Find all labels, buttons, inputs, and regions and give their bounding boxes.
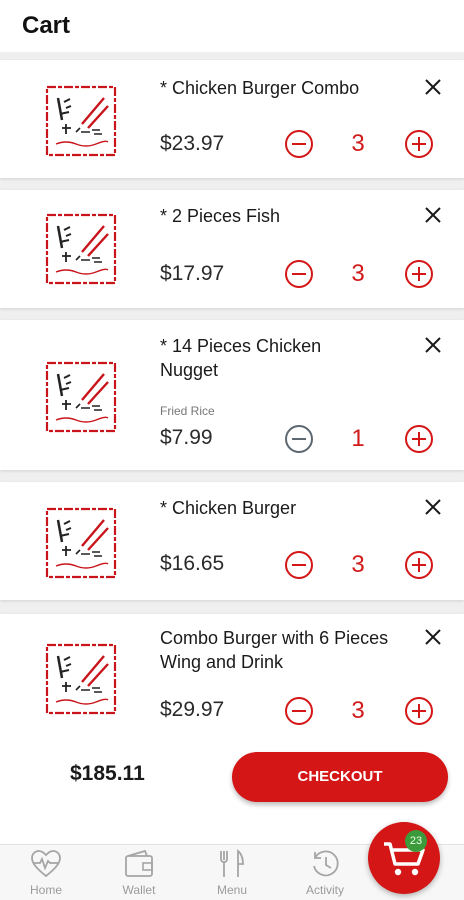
- decrease-quantity-button[interactable]: [284, 259, 314, 289]
- cart-item-card: * 14 Pieces Chicken Nugget Fried Rice $7…: [0, 320, 464, 470]
- increase-quantity-button[interactable]: [404, 696, 434, 726]
- cart-fab-button[interactable]: [368, 822, 440, 894]
- item-name: Combo Burger with 6 Pieces Wing and Drin…: [160, 628, 389, 672]
- item-name: * Chicken Burger: [160, 498, 297, 518]
- page-title: Cart: [22, 12, 71, 39]
- wallet-icon: [125, 849, 153, 877]
- tab-activity[interactable]: Activity: [285, 845, 365, 900]
- checkout-button[interactable]: CHECKOUT: [232, 752, 448, 802]
- close-icon[interactable]: [422, 76, 444, 98]
- decrease-quantity-button[interactable]: [284, 129, 314, 159]
- fork-knife-icon: [220, 849, 244, 877]
- tab-menu[interactable]: Menu: [192, 845, 272, 900]
- item-quantity: 3: [351, 260, 365, 287]
- item-price: $23.97: [160, 132, 225, 155]
- item-name: * Chicken Burger Combo: [160, 78, 360, 98]
- decrease-quantity-button-disabled[interactable]: [284, 424, 314, 454]
- history-icon: [313, 850, 339, 877]
- tab-wallet[interactable]: Wallet: [99, 845, 179, 900]
- item-option: Fried Rice: [160, 404, 215, 418]
- item-price: $7.99: [160, 426, 213, 449]
- item-name: * 2 Pieces Fish: [160, 206, 281, 226]
- item-price: $16.65: [160, 552, 225, 575]
- item-price: $17.97: [160, 262, 225, 285]
- decrease-quantity-button[interactable]: [284, 696, 314, 726]
- tab-label: Activity: [305, 883, 344, 897]
- tab-label: Home: [29, 883, 62, 897]
- close-icon[interactable]: [422, 626, 444, 648]
- cart-count-badge: 23: [405, 830, 427, 852]
- restaurant-logo-icon: [44, 84, 118, 158]
- restaurant-logo-icon: [44, 360, 118, 434]
- decrease-quantity-button[interactable]: [284, 550, 314, 580]
- cart-total: $185.11: [70, 762, 145, 785]
- increase-quantity-button[interactable]: [404, 129, 434, 159]
- item-quantity: 3: [351, 697, 365, 724]
- tab-home[interactable]: Home: [6, 845, 86, 900]
- tab-label: Menu: [216, 883, 248, 897]
- item-quantity: 3: [351, 130, 365, 157]
- close-icon[interactable]: [422, 334, 444, 356]
- close-icon[interactable]: [422, 496, 444, 518]
- heartbeat-icon: [31, 850, 61, 878]
- restaurant-logo-icon: [44, 506, 118, 580]
- close-icon[interactable]: [422, 204, 444, 226]
- item-price: $29.97: [160, 698, 225, 721]
- item-name: * 14 Pieces Chicken Nugget: [160, 336, 322, 380]
- item-quantity: 3: [351, 551, 365, 578]
- restaurant-logo-icon: [44, 642, 118, 716]
- increase-quantity-button[interactable]: [404, 550, 434, 580]
- cart-item-card: * Chicken Burger Combo $23.97 3: [0, 60, 464, 178]
- cart-item-card: * 2 Pieces Fish $17.97 3: [0, 190, 464, 308]
- cart-item-card: * Chicken Burger $16.65 3: [0, 482, 464, 600]
- restaurant-logo-icon: [44, 212, 118, 286]
- item-quantity: 1: [351, 425, 365, 452]
- tab-label: Wallet: [122, 883, 156, 897]
- header: Cart: [0, 0, 464, 52]
- increase-quantity-button[interactable]: [404, 259, 434, 289]
- increase-quantity-button[interactable]: [404, 424, 434, 454]
